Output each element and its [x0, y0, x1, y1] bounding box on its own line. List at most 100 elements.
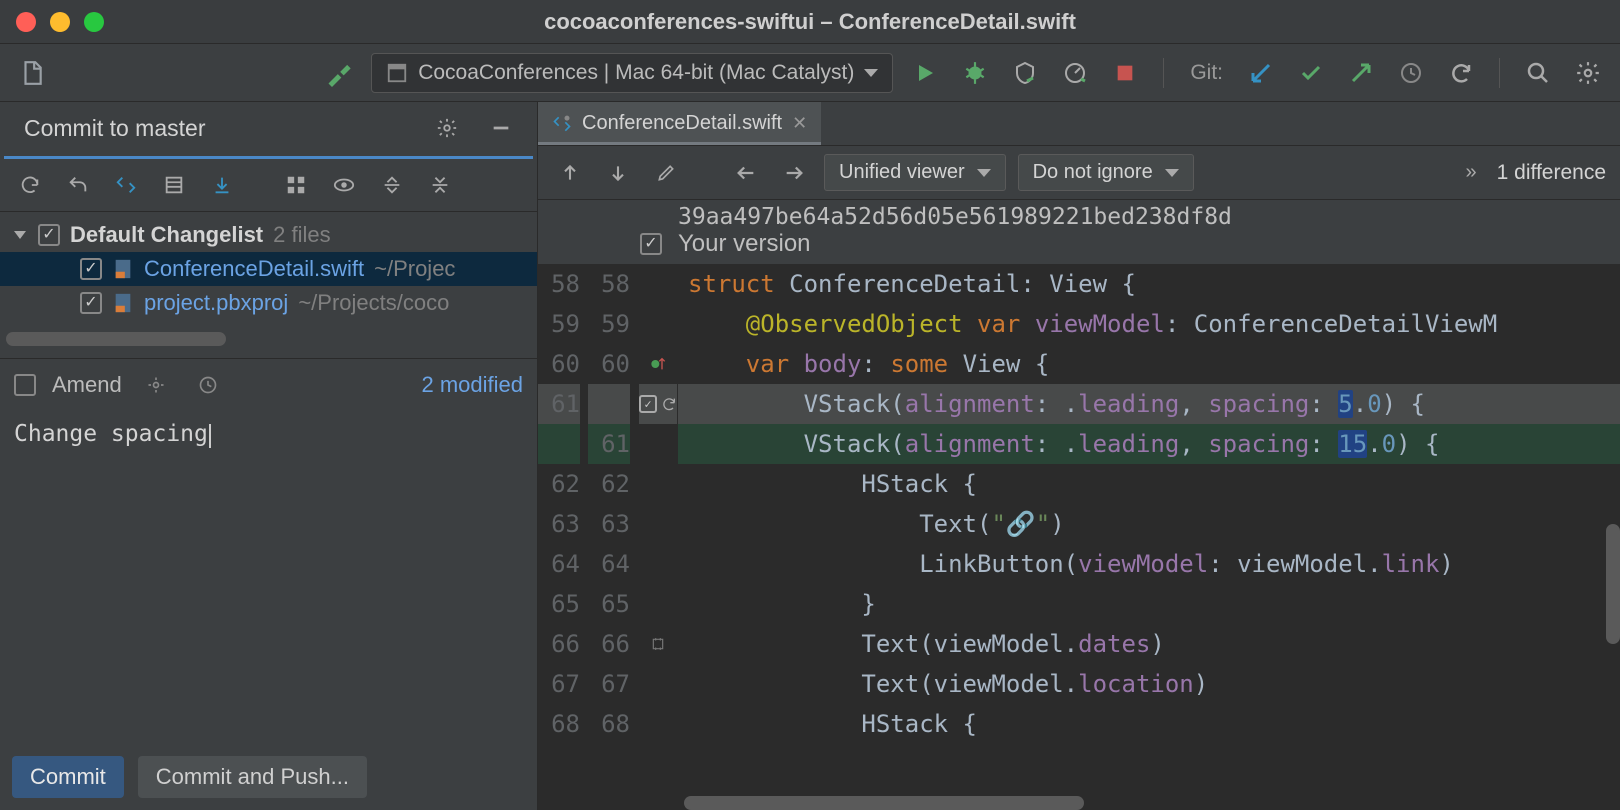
nav-back-icon[interactable] [728, 155, 764, 191]
chevron-down-icon [977, 169, 991, 177]
file-row[interactable]: project.pbxproj ~/Projects/coco [0, 286, 537, 320]
app-icon [386, 62, 408, 84]
titlebar: cocoaconferences-swiftui – ConferenceDet… [0, 0, 1620, 44]
editor-tab[interactable]: ConferenceDetail.swift ✕ [538, 102, 821, 145]
commit-settings-gear-icon[interactable] [429, 110, 465, 146]
separator [1499, 58, 1500, 88]
minimize-window-icon[interactable] [50, 12, 70, 32]
diff-code-area[interactable]: 5859606162636465666768 58596061626364656… [538, 264, 1620, 810]
changelist-name: Default Changelist [70, 222, 263, 248]
your-version-label: Your version [678, 230, 811, 258]
build-hammer-icon[interactable] [321, 55, 357, 91]
modified-count[interactable]: 2 modified [421, 372, 523, 398]
separator [1163, 58, 1164, 88]
editor-pane: ConferenceDetail.swift ✕ Unified viewer … [538, 102, 1620, 810]
code-lines: struct ConferenceDetail: View { @Observe… [678, 264, 1620, 810]
file-name: ConferenceDetail.swift [144, 256, 364, 282]
commit-button[interactable]: Commit [12, 756, 124, 798]
profile-icon[interactable] [1057, 55, 1093, 91]
main-area: Commit to master [0, 102, 1620, 810]
git-push-icon[interactable] [1343, 55, 1379, 91]
close-tab-icon[interactable]: ✕ [792, 113, 807, 134]
coverage-icon[interactable] [1007, 55, 1043, 91]
commit-message-text: Change spacing [14, 421, 208, 447]
git-label: Git: [1184, 61, 1229, 85]
window-title: cocoaconferences-swiftui – ConferenceDet… [16, 9, 1604, 35]
search-icon[interactable] [1520, 55, 1556, 91]
nav-forward-icon[interactable] [776, 155, 812, 191]
diff-header: 39aa497be64a52d56d05e561989221bed238df8d… [538, 200, 1620, 264]
changelist-tree: Default Changelist 2 files ConferenceDet… [0, 212, 537, 358]
refresh-icon[interactable] [12, 167, 48, 203]
main-toolbar: CocoaConferences | Mac 64-bit (Mac Catal… [0, 44, 1620, 102]
editor-tabs: ConferenceDetail.swift ✕ [538, 102, 1620, 146]
next-diff-icon[interactable] [600, 155, 636, 191]
changelist-icon[interactable] [156, 167, 192, 203]
commit-message-history-icon[interactable] [190, 367, 226, 403]
git-revert-icon[interactable] [1443, 55, 1479, 91]
commit-buttons: Commit Commit and Push... [0, 746, 537, 810]
expand-all-icon[interactable] [374, 167, 410, 203]
shelve-icon[interactable] [204, 167, 240, 203]
run-config-label: CocoaConferences | Mac 64-bit (Mac Catal… [418, 61, 854, 85]
commit-panel-title: Commit to master [24, 115, 205, 142]
maximize-window-icon[interactable] [84, 12, 104, 32]
minimize-panel-icon[interactable] [483, 110, 519, 146]
diff-ignore-mode-label: Do not ignore [1033, 161, 1153, 184]
window-controls [16, 12, 104, 32]
diff-toolbar: Unified viewer Do not ignore » 1 differe… [538, 146, 1620, 200]
git-history-icon[interactable] [1393, 55, 1429, 91]
more-icon[interactable]: » [1458, 161, 1485, 184]
diff-file-icon [552, 114, 572, 134]
xcode-project-icon [112, 292, 134, 314]
diff-viewer-mode-label: Unified viewer [839, 161, 965, 184]
view-options-icon[interactable] [326, 167, 362, 203]
rollback-icon[interactable] [60, 167, 96, 203]
commit-panel: Commit to master [0, 102, 538, 810]
settings-gear-icon[interactable] [1570, 55, 1606, 91]
horizontal-scrollbar[interactable] [678, 796, 1600, 810]
changelist-header-row[interactable]: Default Changelist 2 files [0, 218, 537, 252]
changelist-checkbox[interactable] [38, 224, 60, 246]
commit-and-push-button[interactable]: Commit and Push... [138, 756, 367, 798]
horizontal-scrollbar[interactable] [6, 332, 531, 346]
git-commit-icon[interactable] [1293, 55, 1329, 91]
commit-hash: 39aa497be64a52d56d05e561989221bed238df8d [678, 204, 1232, 230]
collapse-all-icon[interactable] [422, 167, 458, 203]
commit-message-settings-icon[interactable] [138, 367, 174, 403]
chevron-down-icon [1165, 169, 1179, 177]
file-checkbox[interactable] [80, 258, 102, 280]
amend-checkbox[interactable] [14, 374, 36, 396]
text-cursor [209, 424, 211, 448]
gutter-left: 5859606162636465666768 [538, 264, 588, 810]
file-row[interactable]: ConferenceDetail.swift ~/Projec [0, 252, 537, 286]
run-configuration-selector[interactable]: CocoaConferences | Mac 64-bit (Mac Catal… [371, 53, 893, 93]
file-path: ~/Projects/coco [298, 290, 449, 316]
swift-file-icon [112, 258, 134, 280]
vertical-scrollbar[interactable] [1606, 264, 1620, 794]
diff-count-label: 1 difference [1497, 161, 1606, 185]
debug-icon[interactable] [957, 55, 993, 91]
file-checkbox[interactable] [80, 292, 102, 314]
prev-diff-icon[interactable] [552, 155, 588, 191]
open-file-icon[interactable] [14, 55, 50, 91]
your-version-checkbox[interactable] [640, 233, 662, 255]
diff-icon[interactable] [108, 167, 144, 203]
file-path: ~/Projec [374, 256, 455, 282]
run-icon[interactable] [907, 55, 943, 91]
commit-panel-header: Commit to master [4, 102, 533, 159]
gutter-right: 5859606162636465666768 [588, 264, 638, 810]
tab-label: ConferenceDetail.swift [582, 112, 782, 135]
stop-icon[interactable] [1107, 55, 1143, 91]
diff-ignore-mode-select[interactable]: Do not ignore [1018, 154, 1194, 191]
commit-message-input[interactable]: Change spacing [0, 411, 537, 746]
group-by-icon[interactable] [278, 167, 314, 203]
diff-viewer-mode-select[interactable]: Unified viewer [824, 154, 1006, 191]
edit-icon[interactable] [648, 155, 684, 191]
gutter-markers: ✓ [638, 264, 678, 810]
amend-row: Amend 2 modified [0, 358, 537, 411]
commit-toolbar [0, 159, 537, 212]
close-window-icon[interactable] [16, 12, 36, 32]
chevron-down-icon [14, 231, 26, 239]
git-pull-icon[interactable] [1243, 55, 1279, 91]
